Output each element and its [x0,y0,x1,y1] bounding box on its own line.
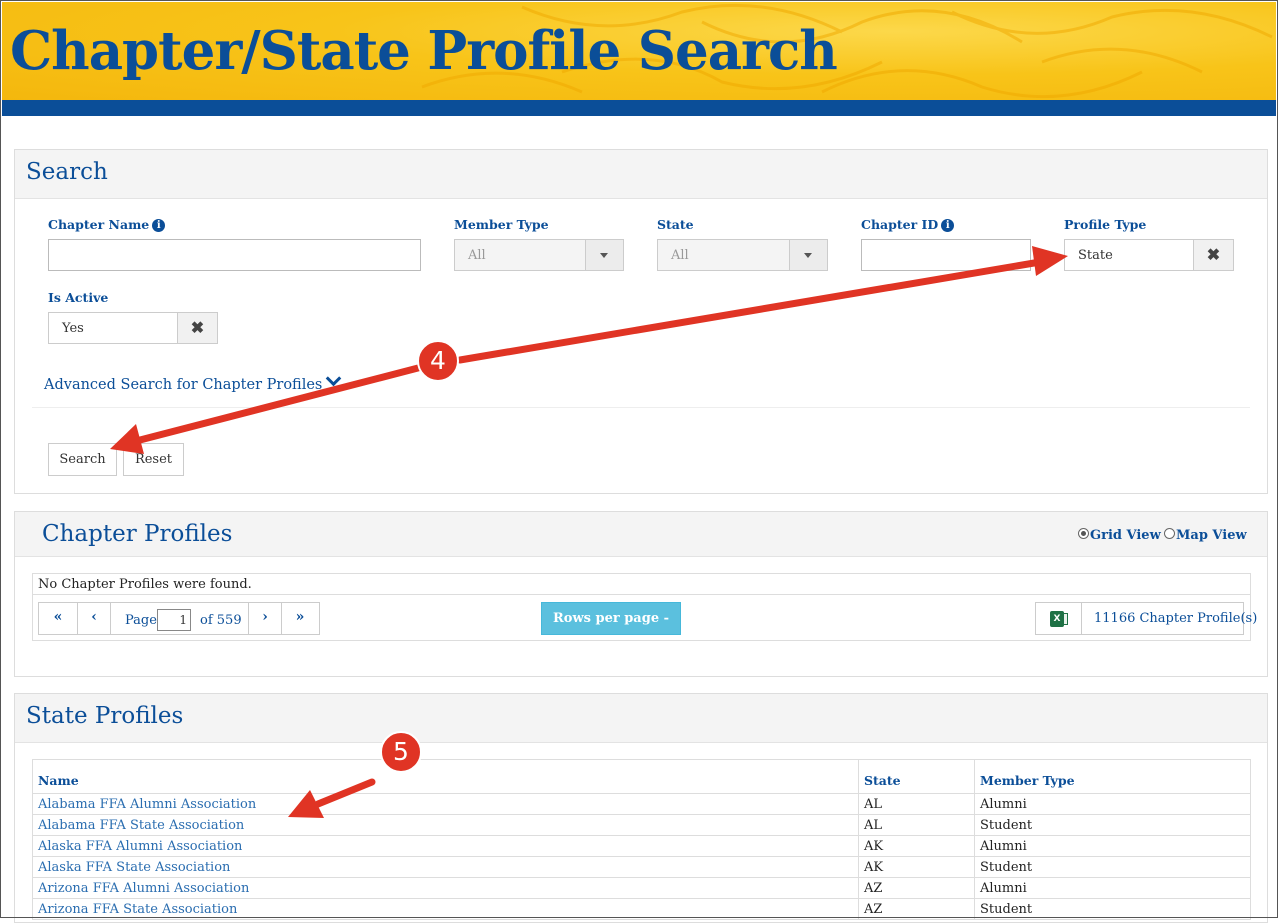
member-type-cell: Student [974,856,1251,878]
profile-type-select[interactable]: State ✖ [1064,239,1234,271]
member-type-value: All [468,248,486,263]
grid-divider [33,594,1250,595]
excel-icon: X [1050,611,1064,627]
info-icon[interactable]: i [152,219,166,232]
profile-count: 11166 Chapter Profile(s) [1094,611,1258,626]
search-panel-header [15,150,1267,199]
caret-down-icon [804,253,812,258]
is-active-select[interactable]: Yes ✖ [48,312,218,344]
step-5-badge: 5 [380,731,422,773]
state-profile-link[interactable]: Alabama FFA State Association [32,814,859,836]
search-panel-title: Search [26,159,108,185]
state-cell: AZ [858,877,975,899]
advanced-search-link[interactable]: Advanced Search for Chapter Profiles [44,370,342,393]
state-value: All [671,248,689,263]
page-banner: Chapter/State Profile Search [2,2,1276,100]
member-type-label: Member Type [454,217,549,232]
table-row: Arizona FFA State Association AZ Student [32,898,1251,920]
last-page-button[interactable]: » [281,603,319,634]
state-profiles-title: State Profiles [26,703,184,729]
member-type-cell: Student [974,898,1251,920]
export-button[interactable]: X 11166 Chapter Profile(s) [1035,602,1257,635]
profile-type-label: Profile Type [1064,217,1147,232]
clear-icon[interactable]: ✖ [1193,240,1233,270]
chapter-id-label: Chapter ID i [861,217,955,232]
chevron-down-icon [326,370,342,387]
page-title: Chapter/State Profile Search [10,20,838,82]
table-header-row: Name State Member Type [32,759,1251,794]
empty-message: No Chapter Profiles were found. [38,577,252,592]
next-page-button[interactable]: › [248,603,282,634]
chapter-name-input[interactable] [48,239,421,271]
profile-type-value: State [1078,248,1113,263]
state-profile-link[interactable]: Arizona FFA Alumni Association [32,877,859,899]
divider [32,407,1250,408]
chapter-profiles-title: Chapter Profiles [42,521,233,547]
table-row: Arizona FFA Alumni Association AZ Alumni [32,877,1251,899]
chapter-name-label: Chapter Name i [48,217,166,232]
excel-export-button[interactable]: X [1036,603,1082,634]
state-profile-link[interactable]: Alabama FFA Alumni Association [32,793,859,815]
caret-down-icon [600,253,608,258]
member-type-select[interactable]: All [454,239,624,271]
state-cell: AK [858,835,975,857]
member-type-cell: Alumni [974,793,1251,815]
is-active-label: Is Active [48,290,109,305]
state-cell: AL [858,814,975,836]
state-cell: AL [858,793,975,815]
table-row: Alabama FFA State Association AL Student [32,814,1251,836]
first-page-button[interactable]: « [39,603,78,634]
state-profile-link[interactable]: Alaska FFA State Association [32,856,859,878]
page-count: of 559 [200,613,242,628]
clear-icon[interactable]: ✖ [177,313,217,343]
column-header-name[interactable]: Name [32,759,859,794]
step-4-badge: 4 [417,340,459,382]
map-view-option[interactable]: Map View [1164,528,1247,543]
state-select[interactable]: All [657,239,828,271]
state-label: State [657,217,694,232]
column-header-state[interactable]: State [858,759,975,794]
table-row: Alaska FFA State Association AK Student [32,856,1251,878]
column-header-member-type[interactable]: Member Type [974,759,1251,794]
pager: « ‹ Page 1 of 559 › » [38,602,320,635]
chapter-id-input[interactable] [861,239,1031,271]
is-active-value: Yes [62,321,84,336]
state-profile-link[interactable]: Arizona FFA State Association [32,898,859,920]
search-button[interactable]: Search [48,443,117,476]
state-profiles-table: Name State Member Type Alabama FFA Alumn… [32,759,1251,920]
member-type-cell: Alumni [974,877,1251,899]
table-row: Alaska FFA Alumni Association AK Alumni [32,835,1251,857]
table-row: Alabama FFA Alumni Association AL Alumni [32,793,1251,815]
reset-button[interactable]: Reset [123,443,184,476]
page-number-input[interactable]: 1 [157,609,191,631]
state-cell: AK [858,856,975,878]
state-profiles-header [15,694,1267,743]
state-profile-link[interactable]: Alaska FFA Alumni Association [32,835,859,857]
radio-icon[interactable] [1164,528,1175,539]
prev-page-button[interactable]: ‹ [78,603,111,634]
rows-per-page-button[interactable]: Rows per page - 20 [541,602,681,657]
radio-selected-icon[interactable] [1078,528,1089,539]
state-dropdown-button[interactable] [789,240,827,270]
member-type-cell: Alumni [974,835,1251,857]
info-icon[interactable]: i [941,219,955,232]
member-type-cell: Student [974,814,1251,836]
page-label: Page [125,613,157,628]
grid-view-option[interactable]: Grid View [1078,528,1161,543]
banner-bar [2,100,1276,116]
state-cell: AZ [858,898,975,920]
member-type-dropdown-button[interactable] [585,240,623,270]
